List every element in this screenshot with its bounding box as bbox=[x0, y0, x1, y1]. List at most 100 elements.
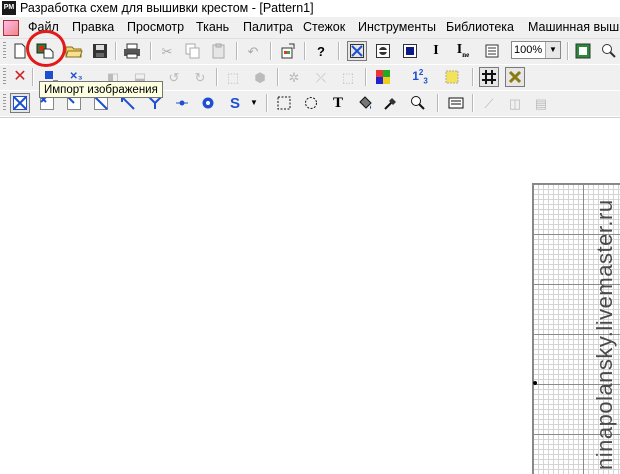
delete-button[interactable]: ✕ bbox=[10, 67, 30, 87]
columns-button[interactable]: ◫ bbox=[505, 93, 525, 113]
text-button[interactable]: T bbox=[328, 93, 348, 113]
print-button[interactable] bbox=[122, 41, 142, 61]
document-icon[interactable] bbox=[3, 20, 19, 36]
menu-fabric[interactable]: Ткань bbox=[196, 20, 229, 34]
menu-palette[interactable]: Палитра bbox=[243, 20, 293, 34]
toolbar-separator bbox=[437, 94, 439, 112]
toolbar-grip[interactable] bbox=[3, 68, 6, 86]
long-stitch-icon bbox=[148, 96, 162, 109]
cross-toggle-icon bbox=[508, 70, 522, 84]
grid-toggle-button[interactable] bbox=[479, 67, 499, 87]
toolbar-grip[interactable] bbox=[3, 42, 6, 60]
library-button[interactable] bbox=[446, 93, 466, 113]
paste-button[interactable] bbox=[209, 41, 229, 61]
chevron-down-icon[interactable]: ▼ bbox=[545, 42, 560, 58]
rect-select-button[interactable] bbox=[274, 93, 294, 113]
open-folder-icon bbox=[65, 46, 83, 58]
cross-toggle-button[interactable] bbox=[505, 67, 525, 87]
select-shape-button[interactable]: ⬢ bbox=[250, 67, 270, 87]
document-list-icon bbox=[485, 44, 499, 58]
quarter-stitch-icon bbox=[94, 96, 108, 110]
properties-button[interactable] bbox=[482, 41, 502, 61]
palette-button[interactable] bbox=[373, 67, 393, 87]
paint-bucket-icon bbox=[359, 96, 372, 109]
numbering-icon: 123 bbox=[412, 68, 428, 85]
zoom-tool-button[interactable] bbox=[599, 41, 619, 61]
back-stitch-icon bbox=[121, 96, 135, 110]
frame-icon: ⬚ bbox=[341, 69, 355, 85]
menu-library[interactable]: Библиотека bbox=[446, 20, 514, 34]
color-picker-button[interactable] bbox=[381, 93, 401, 113]
toolbar-separator bbox=[216, 68, 218, 86]
view-blocks-button[interactable] bbox=[400, 41, 420, 61]
numbering-main: 1 bbox=[412, 68, 419, 83]
pattern-canvas[interactable] bbox=[0, 117, 620, 474]
text-ine-icon: Ine bbox=[457, 43, 469, 59]
rotate-left-icon: ↺ bbox=[168, 69, 180, 85]
rows-button[interactable]: ▤ bbox=[531, 93, 551, 113]
bead-button[interactable] bbox=[198, 93, 218, 113]
fill-button[interactable] bbox=[355, 93, 375, 113]
rotate-right-icon: ↻ bbox=[194, 69, 206, 85]
view-symbols-button[interactable] bbox=[373, 41, 393, 61]
highlight-button[interactable] bbox=[442, 67, 462, 87]
toolbar-separator bbox=[150, 42, 152, 60]
lasso-icon bbox=[305, 97, 317, 109]
highlight-icon bbox=[445, 70, 459, 84]
cross-stitch-icon bbox=[350, 44, 364, 58]
lasso-select-button[interactable] bbox=[301, 93, 321, 113]
special-stitch-button[interactable]: S bbox=[225, 93, 245, 113]
import-pattern-button[interactable] bbox=[278, 41, 298, 61]
help-button[interactable]: ? bbox=[311, 41, 331, 61]
zoom-button[interactable] bbox=[408, 93, 428, 113]
menu-stitch[interactable]: Стежок bbox=[303, 20, 345, 34]
color-block-icon bbox=[403, 44, 417, 58]
rotate-left-button[interactable]: ↺ bbox=[164, 67, 184, 87]
french-knot-icon bbox=[176, 100, 188, 106]
french-knot-button[interactable] bbox=[172, 93, 192, 113]
columns-icon: ◫ bbox=[508, 95, 522, 111]
text-tool-button[interactable]: I bbox=[426, 41, 446, 61]
menu-view[interactable]: Просмотр bbox=[127, 20, 184, 34]
menu-machine-embroidery[interactable]: Машинная выши bbox=[528, 20, 620, 34]
undo-button[interactable]: ↶ bbox=[243, 41, 263, 61]
cross-out-button[interactable]: ⤫ bbox=[311, 67, 331, 87]
zoom-select[interactable]: 100% ▼ bbox=[511, 41, 561, 59]
bead-icon bbox=[202, 97, 214, 109]
menu-bar: Файл Правка Просмотр Ткань Палитра Стежо… bbox=[0, 17, 620, 39]
snowflake-button[interactable]: ✲ bbox=[284, 67, 304, 87]
toolbar-separator bbox=[472, 68, 474, 86]
fit-view-icon bbox=[575, 43, 591, 59]
full-stitch-button[interactable] bbox=[10, 93, 30, 113]
library-icon bbox=[448, 97, 464, 109]
numbering-button[interactable]: 123 bbox=[410, 67, 430, 87]
window-title: Разработка схем для вышивки крестом - [P… bbox=[20, 1, 314, 15]
stitch-dropdown-button[interactable]: ▼ bbox=[248, 93, 260, 113]
rect-select-icon bbox=[277, 96, 291, 110]
copy-button[interactable] bbox=[183, 41, 203, 61]
frame-button[interactable]: ⬚ bbox=[338, 67, 358, 87]
open-file-button[interactable] bbox=[64, 41, 84, 61]
toolbar-separator bbox=[236, 42, 238, 60]
highlight-circle bbox=[26, 30, 66, 67]
save-button[interactable] bbox=[90, 41, 110, 61]
toolbar-grip[interactable] bbox=[3, 94, 6, 112]
select-area-icon: ⬚ bbox=[226, 69, 240, 85]
select-area-button[interactable]: ⬚ bbox=[223, 67, 243, 87]
grid-icon bbox=[482, 70, 496, 84]
fit-view-button[interactable] bbox=[573, 41, 593, 61]
printer-icon bbox=[124, 43, 140, 59]
toolbar-separator bbox=[277, 68, 279, 86]
snowflake-icon: ✲ bbox=[288, 69, 300, 85]
text-tool-2-button[interactable]: Ine bbox=[453, 41, 473, 61]
rotate-right-button[interactable]: ↻ bbox=[190, 67, 210, 87]
cut-button[interactable]: ✂ bbox=[157, 41, 177, 61]
magnifier-icon bbox=[602, 44, 616, 58]
menu-tools[interactable]: Инструменты bbox=[358, 20, 436, 34]
view-stitches-button[interactable] bbox=[347, 41, 367, 61]
text-i-icon: I bbox=[433, 43, 439, 58]
menu-edit[interactable]: Правка bbox=[72, 20, 114, 34]
ruler-icon: ⟋ bbox=[484, 95, 494, 111]
ruler-button[interactable]: ⟋ bbox=[479, 93, 499, 113]
select-shape-icon: ⬢ bbox=[254, 69, 266, 85]
